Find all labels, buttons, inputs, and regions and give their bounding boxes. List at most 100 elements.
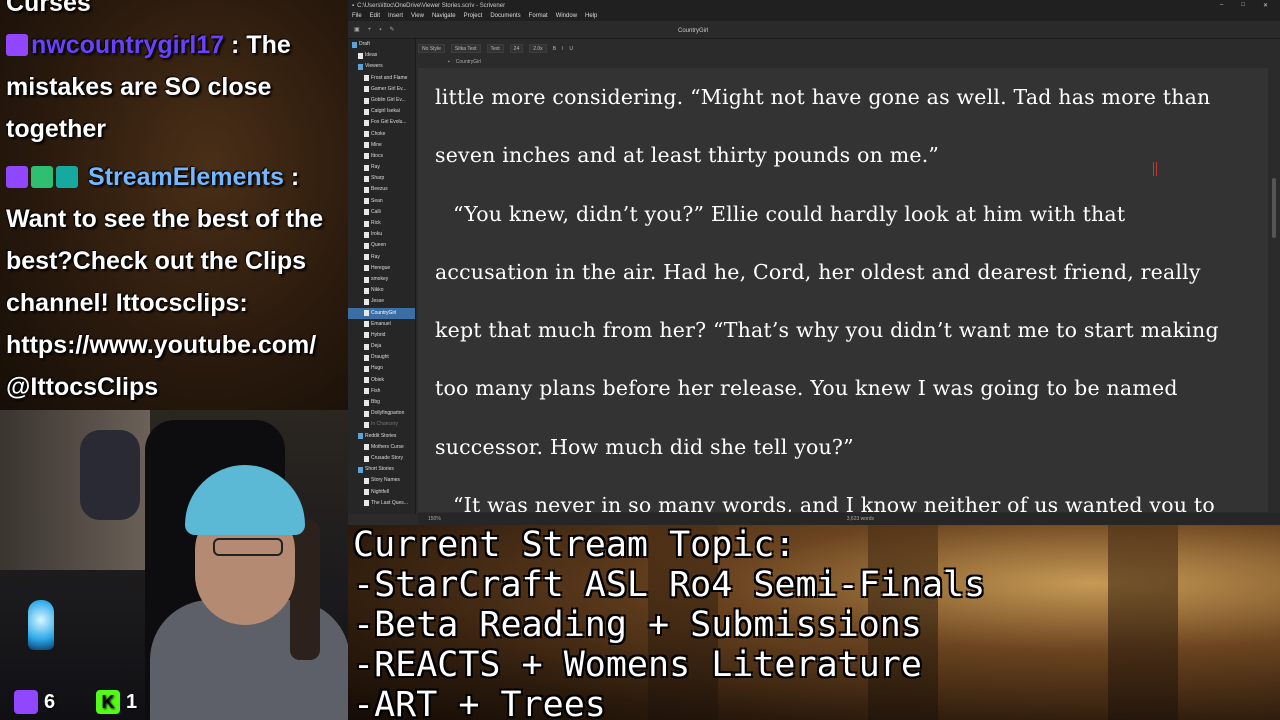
topic-item: -ART + Trees [353,685,606,720]
underline-icon[interactable]: U [569,46,573,52]
menu-item-insert[interactable]: Insert [388,13,403,19]
binder-item[interactable]: Calli [348,207,415,218]
menu-item-project[interactable]: Project [464,13,483,19]
binder-item[interactable]: Draught [348,352,415,363]
binder-item[interactable]: Nikko [348,285,415,296]
typeface-select[interactable]: Text [486,44,504,53]
binder-item[interactable]: Ray [348,252,415,263]
document-icon [364,187,369,194]
document-title: CountryGirl [678,28,709,34]
binder-item[interactable]: Emanuel [348,319,415,330]
maximize-icon[interactable]: □ [1241,2,1245,9]
folder-icon[interactable]: ▪ [379,27,381,33]
binder-item[interactable]: Draft [348,39,415,50]
binder-item[interactable]: Hugo [348,363,415,374]
binder-item[interactable]: Goblin Girl Ev... [348,95,415,106]
stream-topic-overlay: Current Stream Topic: -StarCraft ASL Ro4… [348,525,1280,720]
italic-icon[interactable]: I [562,46,563,52]
binder-item[interactable]: Ideas [348,50,415,61]
editor-footer: 150% 3,623 words [418,513,1280,525]
font-select[interactable]: Sitka Text [450,44,481,53]
menu-item-file[interactable]: File [352,13,362,19]
binder-item[interactable]: Frost and Flame [348,73,415,84]
scrollbar-thumb[interactable] [1272,178,1276,238]
menu-item-view[interactable]: View [411,13,424,19]
binder-item[interactable]: Nightfell [348,487,415,498]
binder-item[interactable]: Jesse [348,296,415,307]
binder-item[interactable]: Rick [348,218,415,229]
menu-item-edit[interactable]: Edit [370,13,380,19]
document-icon [358,52,363,59]
add-icon[interactable]: + [368,27,372,33]
menu-item-navigate[interactable]: Navigate [432,13,456,19]
folder-icon [352,41,357,48]
binder-item[interactable]: Fish [348,386,415,397]
binder-item[interactable]: Hybrid [348,330,415,341]
binder-item[interactable]: Iroku [348,229,415,240]
binder-item[interactable]: Choke [348,129,415,140]
binder-item[interactable]: smokey [348,274,415,285]
binder-item[interactable]: Heregue [348,263,415,274]
font-size-select[interactable]: 24 [509,44,524,53]
binder-item-label: Gamer Girl Ev... [371,85,407,92]
binder-item-label: Goblin Girl Ev... [371,96,406,103]
editor-doc-title: CountryGirl [455,59,482,65]
binder-item[interactable]: Reddit Stories [348,431,415,442]
binder-item[interactable]: The Last Ques... [348,498,415,509]
document-icon [364,489,369,496]
binder-item[interactable]: Viewers [348,61,415,72]
binder-item[interactable]: CountryGirl [348,307,415,319]
binder-item[interactable]: Catgirl Isekai [348,106,415,117]
binder-toggle-icon[interactable]: ▣ [354,26,360,33]
binder-item[interactable]: In Chancery [348,419,415,430]
zoom-level[interactable]: 150% [428,516,441,522]
binder-item[interactable]: Story Names [348,475,415,486]
library-arch [1108,525,1178,720]
binder-item-label: Deja [371,343,382,350]
bold-icon[interactable]: B [553,46,556,52]
menu-item-format[interactable]: Format [529,13,548,19]
minimize-icon[interactable]: – [1220,2,1223,9]
text-editor[interactable]: little more considering. “Might not have… [418,68,1268,512]
document-icon [364,500,369,507]
binder-item-label: Fox Girl Evolu... [371,119,407,126]
edit-icon[interactable]: ✎ [389,26,394,33]
binder-item[interactable]: Fox Girl Evolu... [348,117,415,128]
manuscript-line: seven inches and at least thirty pounds … [435,143,940,168]
binder-item[interactable]: Queen [348,240,415,251]
binder-item[interactable]: Sharp [348,173,415,184]
binder-item[interactable]: Bbg [348,397,415,408]
binder-item[interactable]: Ittocs [348,151,415,162]
twitch-badge-icon [6,166,28,188]
document-icon [364,477,369,484]
binder-item[interactable]: Dollyfingparton [348,408,415,419]
editor-scrollbar[interactable] [1268,68,1280,512]
binder-item[interactable]: Obiek [348,375,415,386]
binder-item[interactable]: Crusade Story [348,453,415,464]
binder-item[interactable]: Ray [348,162,415,173]
menu-item-documents[interactable]: Documents [490,13,520,19]
line-spacing-select[interactable]: 2.0x [529,44,547,53]
close-icon[interactable]: ✕ [1263,2,1268,9]
binder-item[interactable]: Mine [348,140,415,151]
menu-item-window[interactable]: Window [556,13,577,19]
chat-text: best?Check out the Clips [6,247,307,275]
kick-viewer-count: 1 [126,690,138,713]
binder-item[interactable]: Beezus [348,184,415,195]
folder-icon [358,63,363,70]
chat-username: StreamElements [87,163,284,191]
binder-item[interactable]: Deja [348,341,415,352]
document-icon [364,388,369,395]
binder-item[interactable]: Mothers Curse [348,442,415,453]
document-icon [364,164,369,171]
binder-panel: Draft Ideas Viewers Frost and Flame Gamer Gi… [348,39,416,514]
style-select[interactable]: No Style [418,44,445,53]
binder-item[interactable]: Sean [348,196,415,207]
binder-item[interactable]: Gamer Girl Ev... [348,84,415,95]
folder-icon [358,466,363,473]
menu-item-help[interactable]: Help [585,13,597,19]
binder-item[interactable]: Short Stories [348,464,415,475]
document-icon [364,175,369,182]
editor-header: ▪ CountryGirl [418,56,1280,68]
binder-item-label: Draught [371,354,389,361]
